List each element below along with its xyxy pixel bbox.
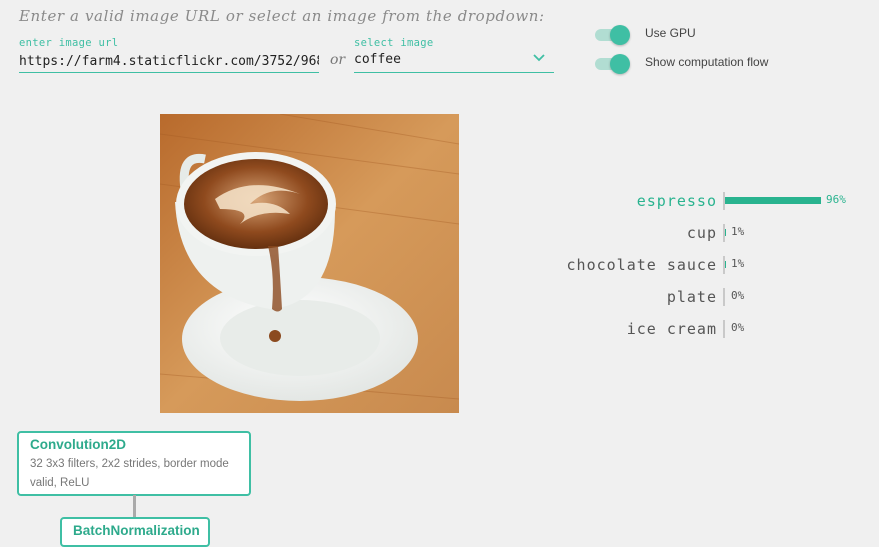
- url-field-label: enter image url: [19, 37, 119, 49]
- show-computation-flow-toggle[interactable]: [595, 52, 630, 74]
- show-computation-flow-label: Show computation flow: [645, 55, 769, 69]
- prediction-percent-plate: 0%: [731, 289, 745, 302]
- layer-description: 32 3x3 filters, 2x2 strides, border mode…: [30, 458, 229, 489]
- prediction-label-espresso: espresso: [636, 192, 717, 210]
- use-gpu-label: Use GPU: [645, 26, 696, 40]
- instructions-text: Enter a valid image URL or select an ima…: [19, 7, 545, 25]
- prediction-label-plate: plate: [666, 288, 717, 306]
- toggle-thumb: [610, 25, 630, 45]
- toggle-thumb: [610, 54, 630, 74]
- prediction-axis: [723, 320, 725, 338]
- select-value: coffee: [354, 52, 401, 67]
- prediction-axis: [723, 288, 725, 306]
- use-gpu-toggle[interactable]: [595, 23, 630, 45]
- prediction-bar-chocolate-sauce: [725, 261, 726, 268]
- prediction-percent-cup: 1%: [731, 225, 745, 238]
- prediction-percent-espresso: 96%: [826, 193, 846, 206]
- prediction-bar-espresso: [725, 197, 821, 204]
- prediction-label-chocolate-sauce: chocolate sauce: [566, 256, 717, 274]
- layer-convolution2d[interactable]: Convolution2D 32 3x3 filters, 2x2 stride…: [17, 431, 251, 496]
- image-select-dropdown[interactable]: coffee: [354, 50, 554, 73]
- layer-name: Convolution2D: [30, 437, 126, 452]
- coffee-photo: [159, 113, 460, 413]
- prediction-percent-chocolate-sauce: 1%: [731, 257, 745, 270]
- prediction-label-cup: cup: [686, 224, 717, 242]
- or-text: or: [330, 52, 346, 68]
- image-url-input[interactable]: [19, 50, 319, 73]
- layer-connector: [133, 495, 136, 519]
- prediction-bar-cup: [725, 229, 726, 236]
- prediction-label-ice-cream: ice cream: [626, 320, 717, 338]
- prediction-percent-ice-cream: 0%: [731, 321, 745, 334]
- select-field-label: select image: [354, 37, 434, 49]
- layer-batchnormalization[interactable]: BatchNormalization: [60, 517, 210, 547]
- chevron-down-icon: [532, 51, 546, 70]
- layer-name: BatchNormalization: [73, 523, 200, 538]
